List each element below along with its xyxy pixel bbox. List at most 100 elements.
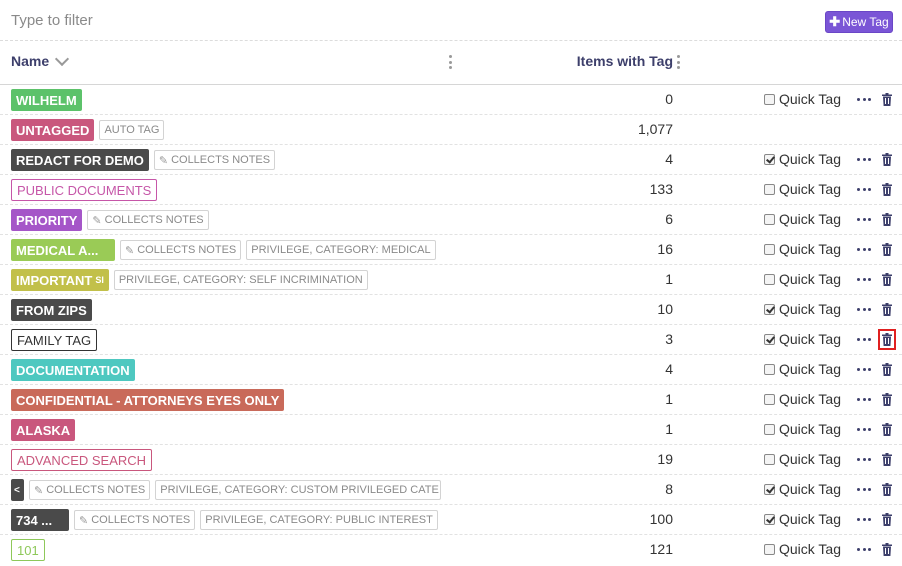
tag-chip[interactable]: PRIORITY (11, 209, 83, 231)
name-column-header[interactable]: Name (11, 51, 70, 69)
quick-tag-toggle[interactable]: Quick Tag (764, 481, 841, 497)
item-count: 16 (657, 241, 673, 257)
badge-label: PRIVILEGE, CATEGORY: CUSTOM PRIVILEGED C… (160, 484, 439, 496)
name-column-menu-icon[interactable] (448, 55, 452, 69)
badge-label: PRIVILEGE, CATEGORY: MEDICAL (251, 244, 431, 256)
more-options-icon[interactable] (857, 158, 871, 162)
quick-tag-checkbox[interactable] (764, 273, 775, 285)
collects-notes-badge: ✎ COLLECTS NOTES (153, 150, 276, 170)
delete-trash-icon[interactable] (882, 213, 892, 226)
quick-tag-checkbox[interactable] (764, 393, 775, 405)
tag-chip[interactable]: FAMILY TAG (11, 329, 98, 351)
more-options-icon[interactable] (857, 278, 871, 282)
quick-tag-toggle[interactable]: Quick Tag (764, 271, 841, 287)
quick-tag-toggle[interactable]: Quick Tag (764, 451, 841, 467)
tag-cell: IMPORTANT SI PRIVILEGE, CATEGORY: SELF INC… (11, 269, 451, 291)
tag-chip[interactable]: ALASKA (11, 419, 76, 441)
quick-tag-toggle[interactable]: Quick Tag (764, 151, 841, 167)
more-options-icon[interactable] (857, 338, 871, 342)
delete-trash-icon[interactable] (878, 329, 896, 350)
delete-trash-icon[interactable] (882, 363, 892, 376)
tag-chip[interactable]: REDACT FOR DEMO (11, 149, 149, 171)
quick-tag-toggle[interactable]: Quick Tag (764, 181, 841, 197)
quick-tag-checkbox[interactable] (764, 183, 775, 195)
items-column-menu-icon[interactable] (676, 55, 680, 69)
quick-tag-toggle[interactable]: Quick Tag (764, 511, 841, 527)
delete-trash-icon[interactable] (882, 153, 892, 166)
quick-tag-checkbox[interactable] (764, 513, 775, 525)
tag-chip[interactable]: DOCUMENTATION (11, 359, 135, 381)
quick-tag-toggle[interactable]: Quick Tag (764, 241, 841, 257)
more-options-icon[interactable] (857, 368, 871, 372)
more-options-icon[interactable] (857, 188, 871, 192)
quick-tag-checkbox[interactable] (764, 153, 775, 165)
tag-chip[interactable]: ADVANCED SEARCH (11, 449, 153, 471)
more-options-icon[interactable] (857, 248, 871, 252)
quick-tag-toggle[interactable]: Quick Tag (764, 301, 841, 317)
quick-tag-checkbox[interactable] (764, 333, 775, 345)
quick-tag-toggle[interactable]: Quick Tag (764, 91, 841, 107)
more-options-icon[interactable] (857, 518, 871, 522)
tag-chip[interactable]: 734 ... (11, 509, 69, 531)
quick-tag-checkbox[interactable] (764, 483, 775, 495)
quick-tag-toggle[interactable]: Quick Tag (764, 211, 841, 227)
filter-input[interactable] (8, 7, 514, 33)
tag-name: ADVANCED SEARCH (17, 452, 147, 468)
tag-chip[interactable]: 101 (11, 539, 45, 561)
tag-chip[interactable]: UNTAGGED (11, 119, 95, 141)
quick-tag-checkbox[interactable] (764, 243, 775, 255)
edit-note-icon: ✎ (158, 154, 169, 167)
new-tag-button[interactable]: ✚ New Tag (825, 11, 893, 33)
quick-tag-label: Quick Tag (779, 181, 841, 197)
tag-chip[interactable]: CONFIDENTIAL - ATTORNEYS EYES ONLY (11, 389, 285, 411)
tag-chip[interactable]: MEDICAL A... (11, 239, 115, 261)
quick-tag-checkbox[interactable] (764, 93, 775, 105)
item-count: 1 (665, 391, 673, 407)
quick-tag-toggle[interactable]: Quick Tag (764, 421, 841, 437)
delete-trash-icon[interactable] (882, 423, 892, 436)
tag-cell: ADVANCED SEARCH (11, 449, 451, 471)
tag-name: MEDICAL A... (16, 242, 99, 258)
delete-trash-icon[interactable] (882, 243, 892, 256)
more-options-icon[interactable] (857, 428, 871, 432)
quick-tag-checkbox[interactable] (764, 213, 775, 225)
delete-trash-icon[interactable] (882, 543, 892, 556)
quick-tag-checkbox[interactable] (764, 453, 775, 465)
items-column-header[interactable]: Items with Tag (577, 53, 673, 69)
tag-name: PUBLIC DOCUMENTS (17, 182, 152, 198)
tag-chip[interactable]: PUBLIC DOCUMENTS (11, 179, 158, 201)
more-options-icon[interactable] (857, 98, 871, 102)
delete-trash-icon[interactable] (882, 483, 892, 496)
badge-label: AUTO TAG (104, 124, 160, 136)
more-options-icon[interactable] (857, 398, 871, 402)
quick-tag-checkbox[interactable] (764, 423, 775, 435)
item-count: 4 (665, 361, 673, 377)
quick-tag-toggle[interactable]: Quick Tag (764, 331, 841, 347)
quick-tag-toggle[interactable]: Quick Tag (764, 361, 841, 377)
tag-chip[interactable]: < (11, 479, 24, 501)
delete-trash-icon[interactable] (882, 453, 892, 466)
delete-trash-icon[interactable] (882, 93, 892, 106)
tag-chip[interactable]: FROM ZIPS (11, 299, 92, 321)
table-header: Name Items with Tag (0, 41, 902, 85)
delete-trash-icon[interactable] (882, 303, 892, 316)
quick-tag-toggle[interactable]: Quick Tag (764, 391, 841, 407)
delete-trash-icon[interactable] (882, 513, 892, 526)
delete-trash-icon[interactable] (882, 183, 892, 196)
quick-tag-checkbox[interactable] (764, 543, 775, 555)
more-options-icon[interactable] (857, 548, 871, 552)
more-options-icon[interactable] (857, 458, 871, 462)
tag-chip[interactable]: IMPORTANT SI (11, 269, 109, 291)
more-options-icon[interactable] (857, 488, 871, 492)
quick-tag-checkbox[interactable] (764, 363, 775, 375)
quick-tag-toggle[interactable]: Quick Tag (764, 541, 841, 557)
more-options-icon[interactable] (857, 308, 871, 312)
tag-chip[interactable]: WILHELM (11, 89, 82, 111)
item-count: 0 (665, 91, 673, 107)
delete-trash-icon[interactable] (882, 393, 892, 406)
quick-tag-checkbox[interactable] (764, 303, 775, 315)
more-options-icon[interactable] (857, 218, 871, 222)
tag-cell: < ✎ COLLECTS NOTES PRIVILEGE, CATEGORY: CUS… (11, 479, 451, 501)
quick-tag-label: Quick Tag (779, 271, 841, 287)
delete-trash-icon[interactable] (882, 273, 892, 286)
